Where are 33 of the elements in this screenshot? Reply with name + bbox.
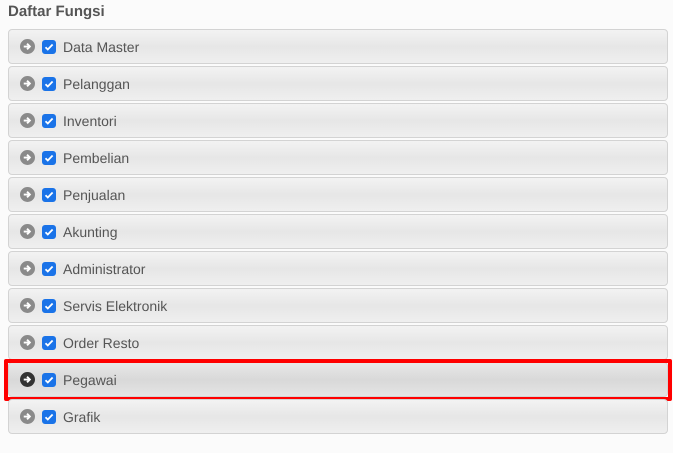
function-label: Pegawai — [63, 372, 117, 388]
checkbox[interactable] — [42, 150, 56, 164]
checkbox[interactable] — [42, 410, 56, 424]
checkbox[interactable] — [42, 262, 56, 276]
function-row[interactable]: Servis Elektronik — [8, 288, 668, 323]
function-label: Order Resto — [63, 334, 140, 350]
function-row[interactable]: Inventori — [8, 103, 668, 138]
checkbox[interactable] — [42, 40, 56, 54]
checkbox[interactable] — [42, 76, 56, 90]
function-row[interactable]: Grafik — [8, 399, 668, 434]
function-row[interactable]: Order Resto — [8, 325, 668, 360]
function-label: Grafik — [63, 408, 100, 424]
function-row[interactable]: Administrator — [8, 251, 668, 286]
function-row[interactable]: Data Master — [8, 29, 668, 64]
function-label: Data Master — [63, 38, 140, 54]
function-label: Administrator — [63, 260, 146, 276]
checkbox[interactable] — [42, 114, 56, 128]
function-label: Penjualan — [63, 186, 126, 202]
section-title: Daftar Fungsi — [8, 2, 106, 22]
checkbox[interactable] — [42, 372, 56, 386]
function-label: Pembelian — [63, 150, 130, 166]
function-row[interactable]: Akunting — [8, 214, 668, 249]
function-row[interactable]: Pelanggan — [8, 66, 668, 101]
checkbox[interactable] — [42, 188, 56, 202]
function-label: Servis Elektronik — [63, 298, 168, 314]
function-label: Akunting — [63, 224, 118, 240]
checkbox[interactable] — [42, 224, 56, 238]
checkbox[interactable] — [42, 336, 56, 350]
function-label: Pelanggan — [63, 76, 130, 92]
function-row[interactable]: Penjualan — [8, 177, 668, 212]
function-label: Inventori — [63, 112, 117, 128]
checkbox[interactable] — [42, 298, 56, 312]
function-row[interactable]: Pembelian — [8, 140, 668, 175]
